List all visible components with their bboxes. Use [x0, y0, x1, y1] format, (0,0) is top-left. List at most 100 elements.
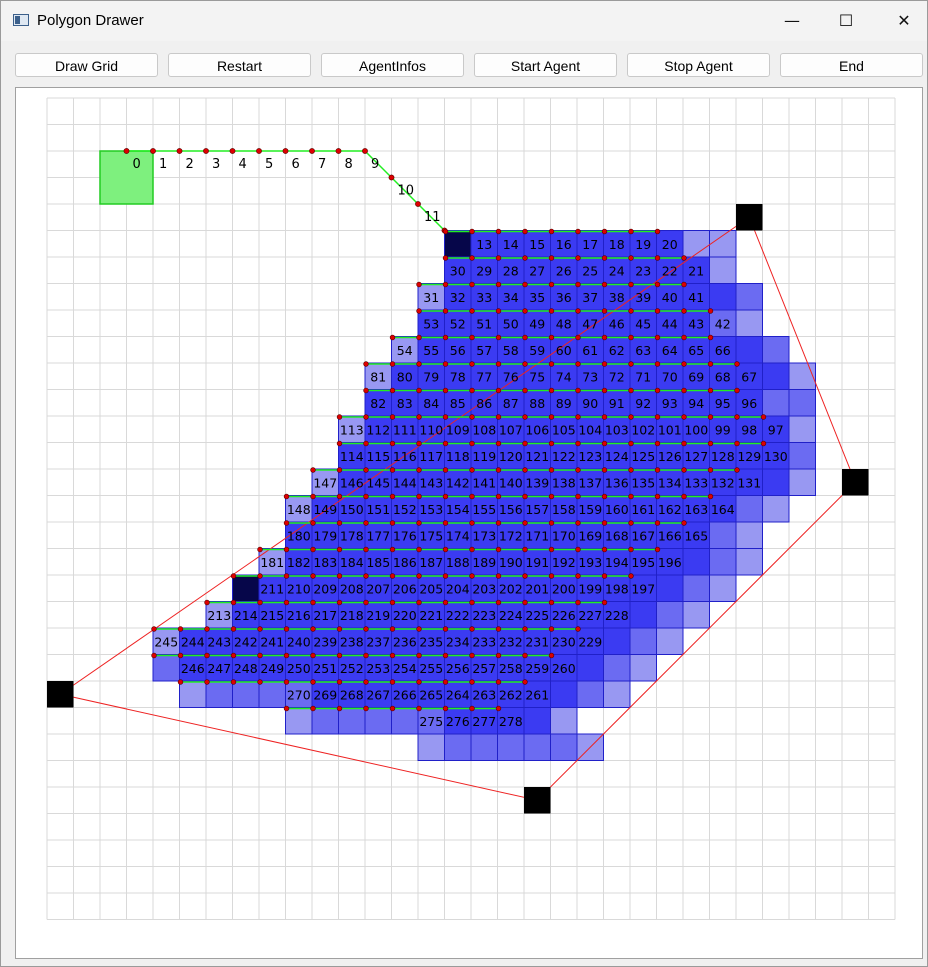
cell-number-label: 13 — [476, 237, 492, 252]
grid-board[interactable]: 13 14 15 16 17 18 19 2030 29 28 27 26 25 24 23 22 2131 32… — [16, 88, 922, 958]
waypoint-dot — [442, 546, 449, 553]
cell-number-label: 175 — [419, 528, 443, 543]
cell-number-label: 178 — [340, 528, 364, 543]
cell-number-label: 176 — [393, 528, 417, 543]
cell-number-label: 157 — [525, 502, 549, 517]
cell-number-label: 54 — [397, 343, 413, 358]
waypoint-dot — [495, 440, 502, 447]
coverage-cell — [762, 389, 790, 417]
coverage-cell — [762, 468, 790, 496]
waypoint-dot — [707, 467, 714, 473]
waypoint-dot — [707, 387, 714, 394]
waypoint-dot — [469, 440, 475, 447]
cell-number-label: 44 — [662, 316, 678, 331]
waypoint-dot — [442, 228, 449, 235]
waypoint-dot — [681, 467, 687, 473]
cell-number-label: 28 — [503, 263, 519, 278]
minimize-icon[interactable]: — — [769, 1, 815, 41]
cell-number-label: 240 — [287, 634, 311, 649]
waypoint-dot — [257, 599, 263, 606]
path-number-label: 0 — [133, 157, 141, 172]
waypoint-dot — [575, 255, 581, 261]
cell-number-label: 70 — [662, 369, 678, 384]
cell-number-label: 143 — [419, 475, 443, 490]
waypoint-dot — [336, 705, 343, 712]
waypoint-dot — [257, 573, 263, 579]
waypoint-dot — [548, 440, 555, 447]
draw-grid-button[interactable]: Draw Grid — [15, 53, 158, 77]
waypoint-dot — [495, 281, 502, 288]
waypoint-dot — [363, 573, 369, 579]
cell-number-label: 115 — [366, 449, 390, 464]
cell-number-label: 169 — [578, 528, 602, 543]
cell-number-label: 213 — [207, 608, 231, 623]
cell-number-label: 201 — [525, 581, 549, 596]
waypoint-dot — [389, 387, 396, 394]
cell-number-label: 227 — [578, 608, 602, 623]
cell-number-label: 50 — [503, 316, 519, 331]
coverage-cell — [735, 336, 763, 364]
agent-infos-button[interactable]: AgentInfos — [321, 53, 464, 77]
drawing-canvas[interactable]: 13 14 15 16 17 18 19 20 30 29 28 27 26 25 24 23 22 21 31 32… — [15, 87, 923, 959]
waypoint-dot — [681, 281, 687, 288]
waypoint-dot — [681, 334, 687, 341]
waypoint-dot — [575, 520, 581, 526]
cell-number-label: 207 — [366, 581, 390, 596]
cell-number-label: 63 — [635, 343, 651, 358]
cell-number-label: 34 — [503, 290, 519, 305]
cell-number-label: 149 — [313, 502, 337, 517]
cell-number-label: 69 — [688, 369, 704, 384]
cell-number-label: 221 — [419, 608, 443, 623]
window-title: Polygon Drawer — [37, 12, 144, 29]
coverage-cell — [735, 283, 763, 311]
waypoint-dot — [363, 520, 369, 526]
maximize-icon[interactable]: ☐ — [823, 1, 869, 41]
waypoint-dot — [575, 414, 581, 420]
cell-number-label: 202 — [499, 581, 523, 596]
start-agent-button[interactable]: Start Agent — [474, 53, 617, 77]
waypoint-dot — [363, 652, 369, 659]
waypoint-dot — [628, 255, 634, 261]
waypoint-dot — [469, 520, 475, 526]
cell-number-label: 64 — [662, 343, 678, 358]
waypoint-dot — [257, 546, 263, 553]
waypoint-dot — [575, 626, 581, 632]
end-button[interactable]: End — [780, 53, 923, 77]
title-bar[interactable]: Polygon Drawer — ☐ ✕ — [1, 1, 927, 41]
waypoint-dot — [363, 626, 369, 632]
waypoint-dot — [469, 334, 475, 341]
cell-number-label: 99 — [715, 422, 731, 437]
waypoint-dot — [442, 255, 449, 261]
coverage-cell — [656, 627, 684, 655]
coverage-cell — [550, 733, 578, 761]
cell-number-label: 111 — [393, 422, 417, 437]
waypoint-dot — [628, 308, 634, 314]
cell-number-label: 17 — [582, 237, 598, 252]
cell-number-label: 198 — [605, 581, 629, 596]
waypoint-dot — [442, 520, 449, 526]
close-icon[interactable]: ✕ — [881, 1, 927, 41]
waypoint-dot — [734, 467, 740, 473]
cell-number-label: 49 — [529, 316, 545, 331]
waypoint-dot — [389, 493, 396, 500]
waypoint-dot — [336, 414, 343, 420]
coverage-cell — [391, 707, 419, 735]
cell-number-label: 277 — [472, 714, 496, 729]
restart-button[interactable]: Restart — [168, 53, 311, 77]
cell-number-label: 45 — [635, 316, 651, 331]
waypoint-dot — [469, 414, 475, 420]
coverage-cell — [709, 283, 737, 311]
waypoint-dot — [204, 599, 210, 606]
coverage-cell — [762, 336, 790, 364]
coverage-cell — [656, 574, 684, 602]
cell-number-label: 53 — [423, 316, 439, 331]
waypoint-dot — [469, 493, 475, 500]
cell-number-label: 86 — [476, 396, 492, 411]
waypoint-dot — [522, 546, 528, 553]
coverage-cell — [682, 548, 710, 576]
waypoint-dot — [442, 599, 449, 606]
cell-number-label: 109 — [446, 422, 470, 437]
stop-agent-button[interactable]: Stop Agent — [627, 53, 770, 77]
cell-number-label: 128 — [711, 449, 735, 464]
waypoint-dot — [601, 599, 608, 606]
